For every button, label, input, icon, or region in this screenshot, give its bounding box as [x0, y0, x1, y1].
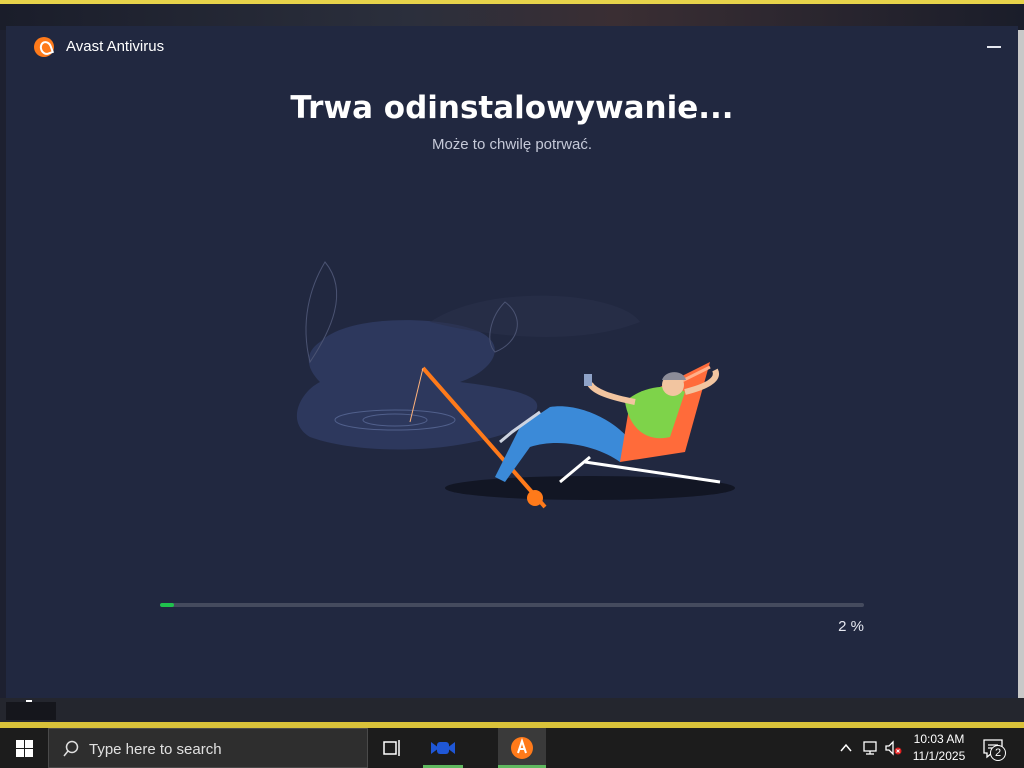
clock-time: 10:03 AM — [913, 732, 965, 746]
uninstall-progress-fill — [160, 603, 175, 607]
avast-uninstall-window: Avast Antivirus Trwa odinstalowywanie...… — [6, 26, 1018, 698]
desktop-window-fragment — [6, 702, 56, 720]
taskbar: Type here to search 10:03 AM 11/1/2025 2 — [0, 728, 1024, 768]
search-placeholder: Type here to search — [89, 741, 222, 758]
desktop-window-fragment-mark — [26, 700, 32, 702]
notification-count-badge: 2 — [990, 745, 1006, 761]
uninstall-progress-bar — [160, 603, 864, 607]
uninstall-heading: Trwa odinstalowywanie... — [290, 90, 734, 126]
taskbar-search-box[interactable]: Type here to search — [48, 728, 368, 768]
window-title: Avast Antivirus — [66, 38, 165, 55]
progress-percent-label: 2 % — [838, 618, 864, 635]
minimize-button[interactable] — [984, 36, 1004, 56]
search-icon — [63, 740, 79, 757]
uninstall-subheading: Może to chwilę potrwać. — [431, 136, 593, 153]
taskbar-clock[interactable]: 10:03 AM 11/1/2025 — [906, 731, 972, 765]
desktop-background-edge — [1018, 30, 1024, 700]
chevron-up-icon[interactable] — [838, 740, 854, 756]
task-view-icon[interactable] — [376, 728, 408, 768]
app-icon — [431, 742, 455, 754]
window-titlebar[interactable]: Avast Antivirus — [6, 26, 1018, 68]
volume-muted-icon[interactable] — [884, 740, 902, 756]
action-center-button[interactable]: 2 — [980, 736, 1008, 762]
taskbar-app-button[interactable] — [423, 728, 463, 768]
avast-logo-icon — [34, 37, 54, 57]
avast-icon — [511, 737, 533, 759]
desktop-background-bottom — [0, 698, 1024, 728]
relaxing-fisherman-illustration — [296, 261, 735, 509]
clock-date: 11/1/2025 — [912, 749, 966, 763]
taskbar-avast-button[interactable] — [498, 728, 546, 768]
network-icon[interactable] — [862, 740, 880, 756]
start-button[interactable] — [0, 728, 48, 768]
